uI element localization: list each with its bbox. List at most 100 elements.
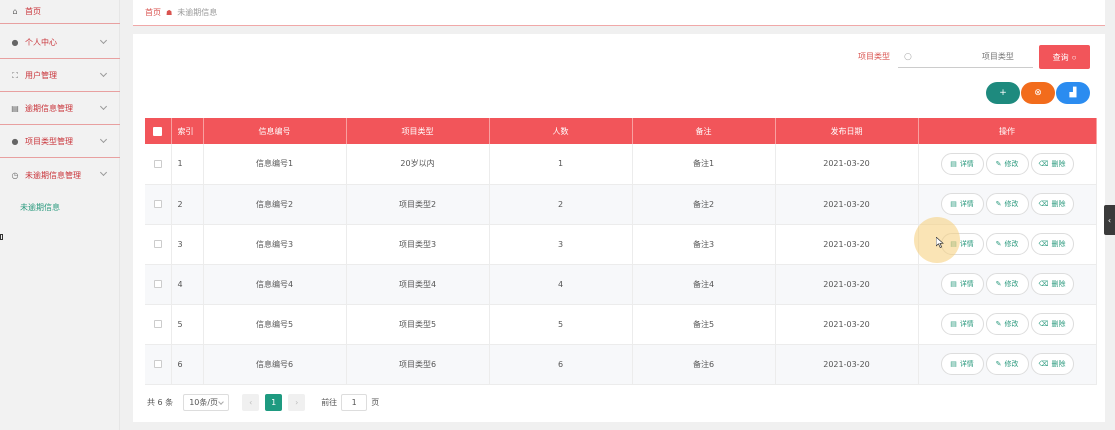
delete-label: 删除 xyxy=(1051,200,1066,208)
select-all-checkbox[interactable] xyxy=(145,118,172,144)
edit-button[interactable]: ✎ 修改 xyxy=(985,273,1029,295)
cell-count: 4 xyxy=(489,264,633,305)
detail-label: 详情 xyxy=(959,159,974,168)
page-size-value: 10条/页 xyxy=(189,397,219,407)
mouse-cursor-icon xyxy=(936,237,944,248)
detail-label: 详情 xyxy=(959,240,974,248)
page-number-current[interactable]: 1 xyxy=(265,393,283,411)
plus-icon: + xyxy=(999,88,1007,98)
search-input[interactable] xyxy=(981,52,1037,61)
cell-note: 备注1 xyxy=(632,144,776,185)
prev-page-button[interactable]: ‹ xyxy=(242,393,260,411)
table-row: 2 信息编号2 项目类型2 2 备注2 2021-03-20 ▤ 详情 ✎ 修改 ⌫ 删除 xyxy=(145,184,1097,225)
cell-project-type: 项目类型3 xyxy=(346,224,490,265)
sidebar-item-home[interactable]: ⌂ 首页 xyxy=(0,0,120,24)
column-header: 项目类型 xyxy=(346,118,490,144)
batch-delete-button[interactable]: ⊗ xyxy=(1021,82,1055,104)
edit-button[interactable]: ✎ 修改 xyxy=(985,233,1029,255)
edit-icon: ✎ xyxy=(995,200,1002,208)
chart-button[interactable]: ▟ xyxy=(1056,82,1090,104)
cell-checkbox xyxy=(145,344,172,385)
sidebar-item-personal-center[interactable]: ● 个人中心 xyxy=(0,27,120,59)
cell-count: 6 xyxy=(489,344,633,385)
trash-icon: ⌫ xyxy=(1038,159,1049,168)
column-header: 索引 xyxy=(171,118,204,144)
cell-checkbox xyxy=(145,184,172,225)
delete-button[interactable]: ⌫ 删除 xyxy=(1030,353,1074,375)
delete-label: 删除 xyxy=(1051,280,1066,288)
detail-button[interactable]: ▤详情 xyxy=(940,353,984,375)
edit-button[interactable]: ✎ 修改 xyxy=(985,313,1029,335)
sidebar: ⌂ 首页 ● 个人中心 ⛶ 用户管理 ▤ 逾期信息管理 ● 项目类型管理 ◷ 未… xyxy=(0,0,120,430)
sidebar-item-project-type-management[interactable]: ● 项目类型管理 xyxy=(0,126,120,158)
goto-page-input[interactable]: 1 xyxy=(341,393,368,411)
cell-info-code: 信息编号5 xyxy=(203,304,347,345)
sidebar-item-overdue-management[interactable]: ▤ 逾期信息管理 xyxy=(0,93,120,125)
detail-button[interactable]: ▤详情 xyxy=(940,273,984,295)
table-row: 5 信息编号5 项目类型5 5 备注5 2021-03-20 ▤ 详情 ✎ 修改 ⌫ 删除 xyxy=(145,304,1097,345)
row-checkbox[interactable] xyxy=(153,159,162,168)
sidebar-item-label: 个人中心 xyxy=(25,38,57,47)
delete-button[interactable]: ⌫ 删除 xyxy=(1030,152,1074,175)
next-page-button[interactable]: › xyxy=(288,393,306,411)
search-button[interactable]: 查询 ○ xyxy=(1039,45,1090,69)
edit-icon: ✎ xyxy=(995,280,1002,288)
search-button-label: 查询 xyxy=(1052,52,1069,62)
cell-note: 备注6 xyxy=(632,344,776,385)
detail-button[interactable]: ▤详情 xyxy=(940,193,984,215)
cell-operations: ▤详情✎修改⌫删除 xyxy=(918,344,1097,385)
row-checkbox[interactable] xyxy=(153,320,162,328)
edit-label: 修改 xyxy=(1004,240,1019,248)
delete-button[interactable]: ⌫ 删除 xyxy=(1030,273,1074,295)
row-checkbox[interactable] xyxy=(153,240,162,248)
clock-icon: ◷ xyxy=(11,170,19,180)
cell-operations: ▤详情✎修改⌫删除 xyxy=(918,144,1097,185)
edit-button[interactable]: ✎ 修改 xyxy=(985,152,1029,175)
chevron-down-icon xyxy=(218,398,225,405)
column-header: 信息编号 xyxy=(203,118,347,144)
row-checkbox[interactable] xyxy=(153,360,162,368)
breadcrumb-home[interactable]: 首页 xyxy=(145,7,161,18)
sidebar-subitem-not-overdue-info[interactable]: 未逾期信息 xyxy=(0,196,120,218)
detail-label: 详情 xyxy=(959,360,974,368)
page-size-select[interactable]: 10条/页 xyxy=(183,393,230,411)
edit-button[interactable]: ✎ 修改 xyxy=(985,353,1029,375)
user-icon: ● xyxy=(11,137,19,146)
trash-icon: ⌫ xyxy=(1038,200,1049,208)
table-row: 1 信息编号1 20岁以内 1 备注1 2021-03-20 ▤ 详情 ✎ 修改 ⌫ 删除 xyxy=(145,144,1097,185)
trash-icon: ⌫ xyxy=(1038,280,1049,288)
collapse-handle[interactable]: ‹ xyxy=(1104,205,1115,235)
edit-label: 修改 xyxy=(1004,320,1019,328)
chevron-down-icon xyxy=(99,36,108,45)
cell-project-type: 项目类型4 xyxy=(346,264,490,305)
document-icon: ▤ xyxy=(950,200,957,208)
detail-button[interactable]: ▤详情 xyxy=(940,152,984,175)
cell-date: 2021-03-20 xyxy=(775,264,919,305)
frame-icon: ⛶ xyxy=(12,70,18,80)
pagination: 共 6 条 10条/页 ‹ 1 › 前往 1 页 xyxy=(147,393,379,411)
breadcrumb: 首页 ☗ 未逾期信息 xyxy=(133,0,1105,26)
sidebar-item-label: 首页 xyxy=(25,7,41,16)
delete-button[interactable]: ⌫ 删除 xyxy=(1030,233,1074,255)
row-checkbox[interactable] xyxy=(153,200,162,208)
add-button[interactable]: + xyxy=(986,82,1020,104)
sidebar-item-user-management[interactable]: ⛶ 用户管理 xyxy=(0,60,120,92)
chevron-down-icon xyxy=(99,69,108,78)
delete-button[interactable]: ⌫ 删除 xyxy=(1030,313,1074,335)
sidebar-item-not-overdue-management[interactable]: ◷ 未逾期信息管理 xyxy=(0,159,120,191)
cell-project-type: 项目类型2 xyxy=(346,184,490,225)
search-field[interactable]: ○ xyxy=(898,46,1037,68)
delete-button[interactable]: ⌫ 删除 xyxy=(1030,193,1074,215)
edit-label: 修改 xyxy=(1004,159,1019,168)
edit-button[interactable]: ✎ 修改 xyxy=(985,193,1029,215)
cell-checkbox xyxy=(145,264,172,305)
delete-label: 删除 xyxy=(1051,320,1066,328)
bank-icon: ▤ xyxy=(11,104,19,113)
cell-date: 2021-03-20 xyxy=(775,344,919,385)
document-icon: ▤ xyxy=(950,280,957,288)
row-checkbox[interactable] xyxy=(153,280,162,288)
cell-count: 5 xyxy=(489,304,633,345)
cell-info-code: 信息编号4 xyxy=(203,264,347,305)
detail-button[interactable]: ▤详情 xyxy=(940,313,984,335)
detail-label: 详情 xyxy=(959,280,974,288)
